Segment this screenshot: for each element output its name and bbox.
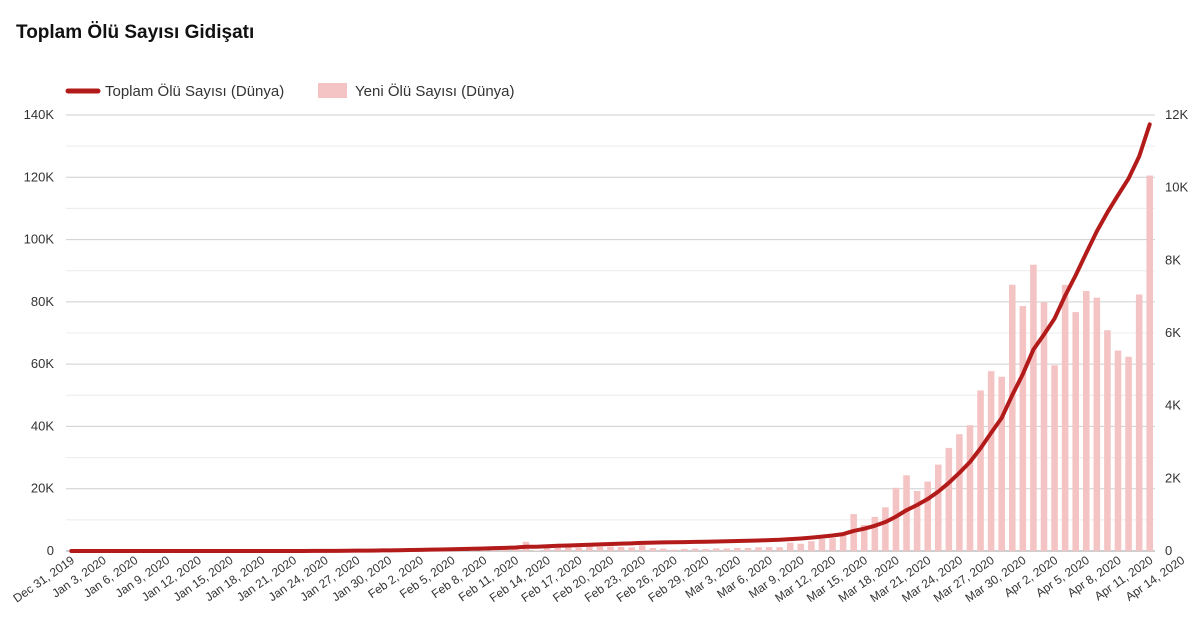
y-right-tick-label: 0	[1165, 543, 1172, 558]
y-left-tick-label: 20K	[31, 481, 54, 496]
bar	[839, 534, 847, 551]
bar	[1135, 294, 1143, 551]
y-right-tick-label: 12K	[1165, 107, 1188, 122]
bar	[1104, 330, 1111, 551]
bar	[617, 546, 625, 551]
bar	[808, 541, 815, 551]
bar	[596, 546, 604, 551]
bar	[987, 371, 995, 551]
bar	[945, 447, 953, 551]
bar	[723, 548, 731, 551]
y-right-tick-label: 4K	[1165, 398, 1181, 413]
bar	[765, 547, 773, 551]
bar	[1051, 365, 1058, 551]
bar	[1019, 306, 1027, 551]
y-left-tick-label: 80K	[31, 294, 54, 309]
y-right-tick-label: 8K	[1165, 252, 1181, 267]
bar	[977, 390, 984, 551]
bar	[1030, 264, 1037, 551]
bar	[734, 547, 741, 551]
bar	[786, 542, 794, 551]
bar	[564, 547, 572, 551]
y-left-tick-label: 120K	[24, 169, 55, 184]
bar	[818, 538, 826, 551]
legend-label-new-deaths: Yeni Ölü Sayısı (Dünya)	[355, 82, 515, 100]
bar	[628, 547, 635, 551]
bar	[934, 464, 942, 551]
chart-svg: 0 20K 40K 60K 80K 100K 120K 140K 0 2K 4K 6K 8K 10K 12K…	[10, 82, 1188, 605]
bar	[1125, 356, 1132, 551]
bar	[966, 425, 974, 551]
bar	[681, 548, 688, 551]
bar	[607, 546, 614, 551]
bar	[1061, 284, 1069, 551]
bar	[998, 376, 1005, 551]
bar	[882, 507, 889, 551]
y-left-tick-label: 60K	[31, 356, 54, 371]
bar	[1072, 312, 1079, 551]
bar	[1008, 284, 1016, 551]
bar	[1082, 291, 1090, 551]
bar	[755, 547, 762, 551]
y-left-tick-label: 0	[47, 543, 54, 558]
bar	[913, 491, 921, 551]
bar	[1146, 175, 1153, 552]
bar	[829, 538, 836, 551]
chart-container: Toplam Ölü Sayısı Gidişatı 0 20K 40K 60K 80K…	[0, 0, 1200, 643]
y-left-tick-label: 100K	[24, 232, 55, 247]
y-right-tick-label: 10K	[1165, 180, 1188, 195]
bar	[702, 549, 709, 551]
bar	[691, 548, 699, 551]
y-right-tick-label: 6K	[1165, 325, 1181, 340]
bar	[776, 547, 783, 551]
bar	[638, 545, 646, 551]
y-right-tick-label: 2K	[1165, 470, 1181, 485]
legend-label-total-deaths: Toplam Ölü Sayısı (Dünya)	[105, 82, 284, 100]
bar	[670, 549, 678, 551]
y-left-tick-label: 140K	[24, 107, 55, 122]
legend-bar-swatch	[318, 83, 347, 98]
y-left-tick-label: 40K	[31, 418, 54, 433]
bar	[660, 548, 667, 551]
bar	[871, 516, 879, 551]
bar	[744, 547, 752, 551]
bar	[1093, 297, 1101, 551]
bar	[956, 434, 963, 551]
bar	[712, 548, 720, 551]
bar	[797, 543, 805, 551]
bar	[575, 547, 583, 551]
bar	[924, 481, 931, 551]
bar	[1114, 350, 1122, 551]
bar	[649, 548, 657, 551]
